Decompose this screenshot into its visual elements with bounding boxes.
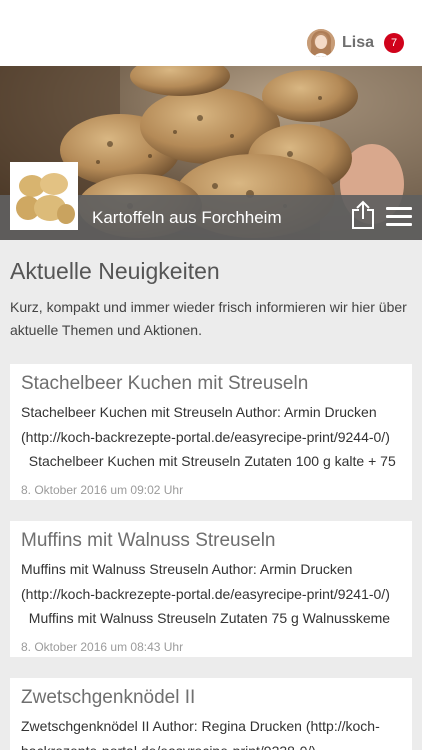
excerpt-line: backrezepte-portal.de/easyrecipe-print/9… [21, 739, 401, 750]
news-card-excerpt: Stachelbeer Kuchen mit Streuseln Author:… [21, 400, 401, 474]
excerpt-line: Stachelbeer Kuchen mit Streuseln Zutaten… [21, 453, 396, 469]
news-card[interactable]: Zwetschgenknödel II Zwetschgenknödel II … [10, 678, 412, 750]
intro-text: Kurz, kompakt und immer wieder frisch in… [10, 299, 407, 338]
news-card-title[interactable]: Zwetschgenknödel II [21, 686, 401, 710]
avatar[interactable] [306, 29, 335, 57]
excerpt-line: Muffins mit Walnuss Streuseln Zutaten 75… [21, 610, 391, 626]
menu-button[interactable] [386, 207, 412, 227]
page-title: Aktuelle Neuigkeiten [10, 258, 220, 284]
top-bar: Lisa 7 [0, 0, 422, 66]
hamburger-icon-bar [386, 215, 412, 218]
potato-thumbnail-image [12, 164, 76, 228]
news-card-date: 8. Oktober 2016 um 08:43 Uhr [21, 639, 184, 654]
excerpt-line: Muffins mit Walnuss Streuseln Author: Ar… [21, 561, 353, 577]
excerpt-line: Zwetschgenknödel II Author: Regina Druck… [21, 718, 380, 734]
share-icon [352, 200, 374, 229]
hamburger-icon-bar [386, 207, 412, 210]
excerpt-line: (http://koch-backrezepte-portal.de/easyr… [21, 428, 390, 445]
username[interactable]: Lisa [342, 34, 374, 52]
shop-title: Kartoffeln aus Forchheim [92, 208, 282, 227]
user-menu[interactable]: Lisa 7 [306, 29, 404, 57]
shop-logo[interactable] [10, 162, 78, 230]
news-card-title[interactable]: Muffins mit Walnuss Streuseln [21, 529, 401, 553]
hamburger-icon-bar [386, 223, 412, 226]
news-card-date: 8. Oktober 2016 um 09:02 Uhr [21, 482, 184, 497]
news-card-excerpt: Zwetschgenknödel II Author: Regina Druck… [21, 714, 401, 750]
news-card[interactable]: Stachelbeer Kuchen mit Streuseln Stachel… [10, 364, 412, 500]
excerpt-line: Stachelbeer Kuchen mit Streuseln Author:… [21, 404, 377, 420]
news-card-title[interactable]: Stachelbeer Kuchen mit Streuseln [21, 372, 401, 396]
share-button[interactable] [350, 200, 376, 230]
news-card[interactable]: Muffins mit Walnuss Streuseln Muffins mi… [10, 521, 412, 657]
excerpt-line: (http://koch-backrezepte-portal.de/easyr… [21, 585, 390, 602]
news-card-excerpt: Muffins mit Walnuss Streuseln Author: Ar… [21, 557, 401, 631]
notification-badge[interactable]: 7 [384, 33, 404, 53]
